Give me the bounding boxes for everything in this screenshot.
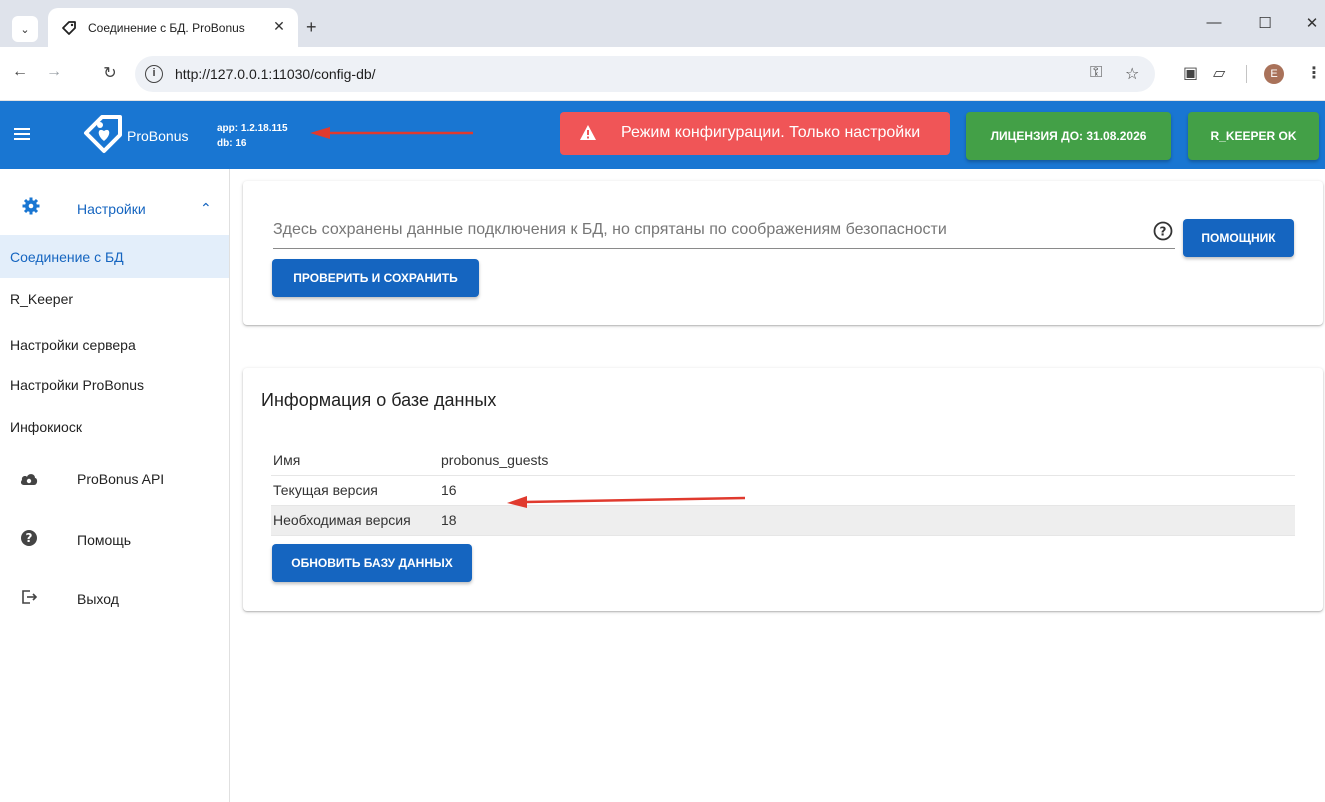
annotation-arrow-header [310,127,473,139]
logout-icon [22,590,38,604]
sidebar-item-label: Инфокиоск [10,419,82,435]
extensions-icon[interactable]: ▱ [1213,63,1225,83]
db-info-card: Информация о базе данных Имя probonus_gu… [243,368,1323,611]
browser-toolbar: ← → ↻ i http://127.0.0.1:11030/config-db… [0,47,1325,101]
warning-icon [580,125,596,140]
assistant-button[interactable]: ПОМОЩНИК [1183,219,1294,257]
url-text[interactable]: http://127.0.0.1:11030/config-db/ [175,66,376,82]
brand-name: ProBonus [127,128,189,144]
plus-icon[interactable]: + [306,18,317,36]
version-info: app: 1.2.18.115 db: 16 [217,121,288,151]
config-mode-alert: Режим конфигурации. Только настройки [560,112,950,155]
chevron-down-icon: ⌄ [20,23,30,36]
sidebar-item-api[interactable]: ProBonus API [0,449,229,507]
db-info-table: Имя probonus_guests Текущая версия 16 Не… [271,445,1295,536]
row-label: Необходимая версия [273,512,411,528]
cloud-api-icon [20,474,38,485]
sidebar-item-label: R_Keeper [10,291,74,307]
browser-tab-active[interactable]: Соединение с БД. ProBonus ✕ [48,8,298,47]
sidebar-item-probonus-settings[interactable]: Настройки ProBonus [0,360,229,401]
annotation-arrow-version [507,496,746,508]
toolbar-divider [1246,65,1247,83]
row-label: Имя [273,451,301,468]
db-info-title: Информация о базе данных [261,390,497,410]
sidebar-item-server-settings[interactable]: Настройки сервера [0,319,229,360]
app-version: app: 1.2.18.115 [217,123,288,134]
back-icon[interactable]: ← [10,63,30,81]
kebab-menu-icon[interactable]: ⋮ [1306,63,1322,83]
screenshot-icon[interactable]: ▣ [1183,63,1198,83]
row-value: probonus_guests [441,451,549,468]
sidebar-item-label: Настройки сервера [10,337,136,353]
forward-icon[interactable]: → [44,63,64,81]
reload-icon[interactable]: ↻ [100,63,120,83]
sidebar-item-label: ProBonus API [77,471,165,487]
tab-search-button[interactable]: ⌄ [12,16,38,42]
app-header: ProBonus app: 1.2.18.115 db: 16 Режим ко… [0,101,1325,169]
check-and-save-button[interactable]: ПРОВЕРИТЬ И СОХРАНИТЬ [272,259,479,297]
sidebar-item-label: Помощь [77,532,132,548]
maximize-icon[interactable]: ☐ [1250,14,1280,32]
sidebar-item-infokiosk[interactable]: Инфокиоск [0,401,229,442]
profile-avatar[interactable]: E [1264,64,1284,84]
sidebar: Настройки ⌃ Соединение с БД R_Keeper Нас… [0,169,230,802]
svg-text:?: ? [26,531,33,545]
info-icon[interactable]: i [145,65,163,83]
field-underline [273,248,1175,249]
tag-favicon-icon [60,19,78,37]
sidebar-group-settings[interactable]: Настройки ⌃ [0,169,229,235]
sidebar-settings-label: Настройки [77,201,146,217]
sidebar-item-db-connection[interactable]: Соединение с БД [0,235,229,278]
menu-icon[interactable] [12,125,32,145]
sidebar-item-label: Выход [77,591,119,607]
config-mode-text: Режим конфигурации. Только настройки [621,124,921,141]
browser-tabstrip: ⌄ Соединение с БД. ProBonus ✕ + — ☐ ✕ [0,0,1325,47]
db-connection-card: Здесь сохранены данные подключения к БД,… [243,181,1323,325]
tab-title: Соединение с БД. ProBonus [88,20,245,35]
sidebar-item-rkeeper[interactable]: R_Keeper [0,278,229,319]
update-database-button[interactable]: ОБНОВИТЬ БАЗУ ДАННЫХ [272,544,472,582]
rkeeper-status-button[interactable]: R_KEEPER OK [1188,112,1319,160]
svg-text:?: ? [1160,225,1167,239]
probonus-logo [80,111,128,159]
close-icon[interactable]: ✕ [270,18,288,35]
minimize-icon[interactable]: — [1199,14,1229,31]
chevron-up-icon[interactable]: ⌃ [200,200,212,217]
window-close-icon[interactable]: ✕ [1297,14,1325,32]
sidebar-item-label: Соединение с БД [10,249,124,265]
help-icon: ? [21,530,37,546]
question-circle-icon[interactable]: ? [1153,221,1173,241]
db-version: db: 16 [217,138,247,149]
table-row: Необходимая версия 18 [271,505,1295,535]
key-icon[interactable]: ⚿ [1090,64,1102,82]
star-icon[interactable]: ☆ [1125,64,1139,84]
gear-icon [22,197,40,215]
table-row: Имя probonus_guests [271,445,1295,475]
license-button[interactable]: ЛИЦЕНЗИЯ ДО: 31.08.2026 [966,112,1171,160]
sidebar-item-help[interactable]: ? Помощь [0,509,229,567]
address-bar[interactable]: i http://127.0.0.1:11030/config-db/ ⚿ ☆ [135,56,1155,92]
table-row: Текущая версия 16 [271,475,1295,505]
sidebar-item-logout[interactable]: Выход [0,569,229,627]
row-label: Текущая версия [273,482,378,498]
connection-hidden-field[interactable]: Здесь сохранены данные подключения к БД,… [273,221,947,239]
sidebar-item-label: Настройки ProBonus [10,377,145,393]
